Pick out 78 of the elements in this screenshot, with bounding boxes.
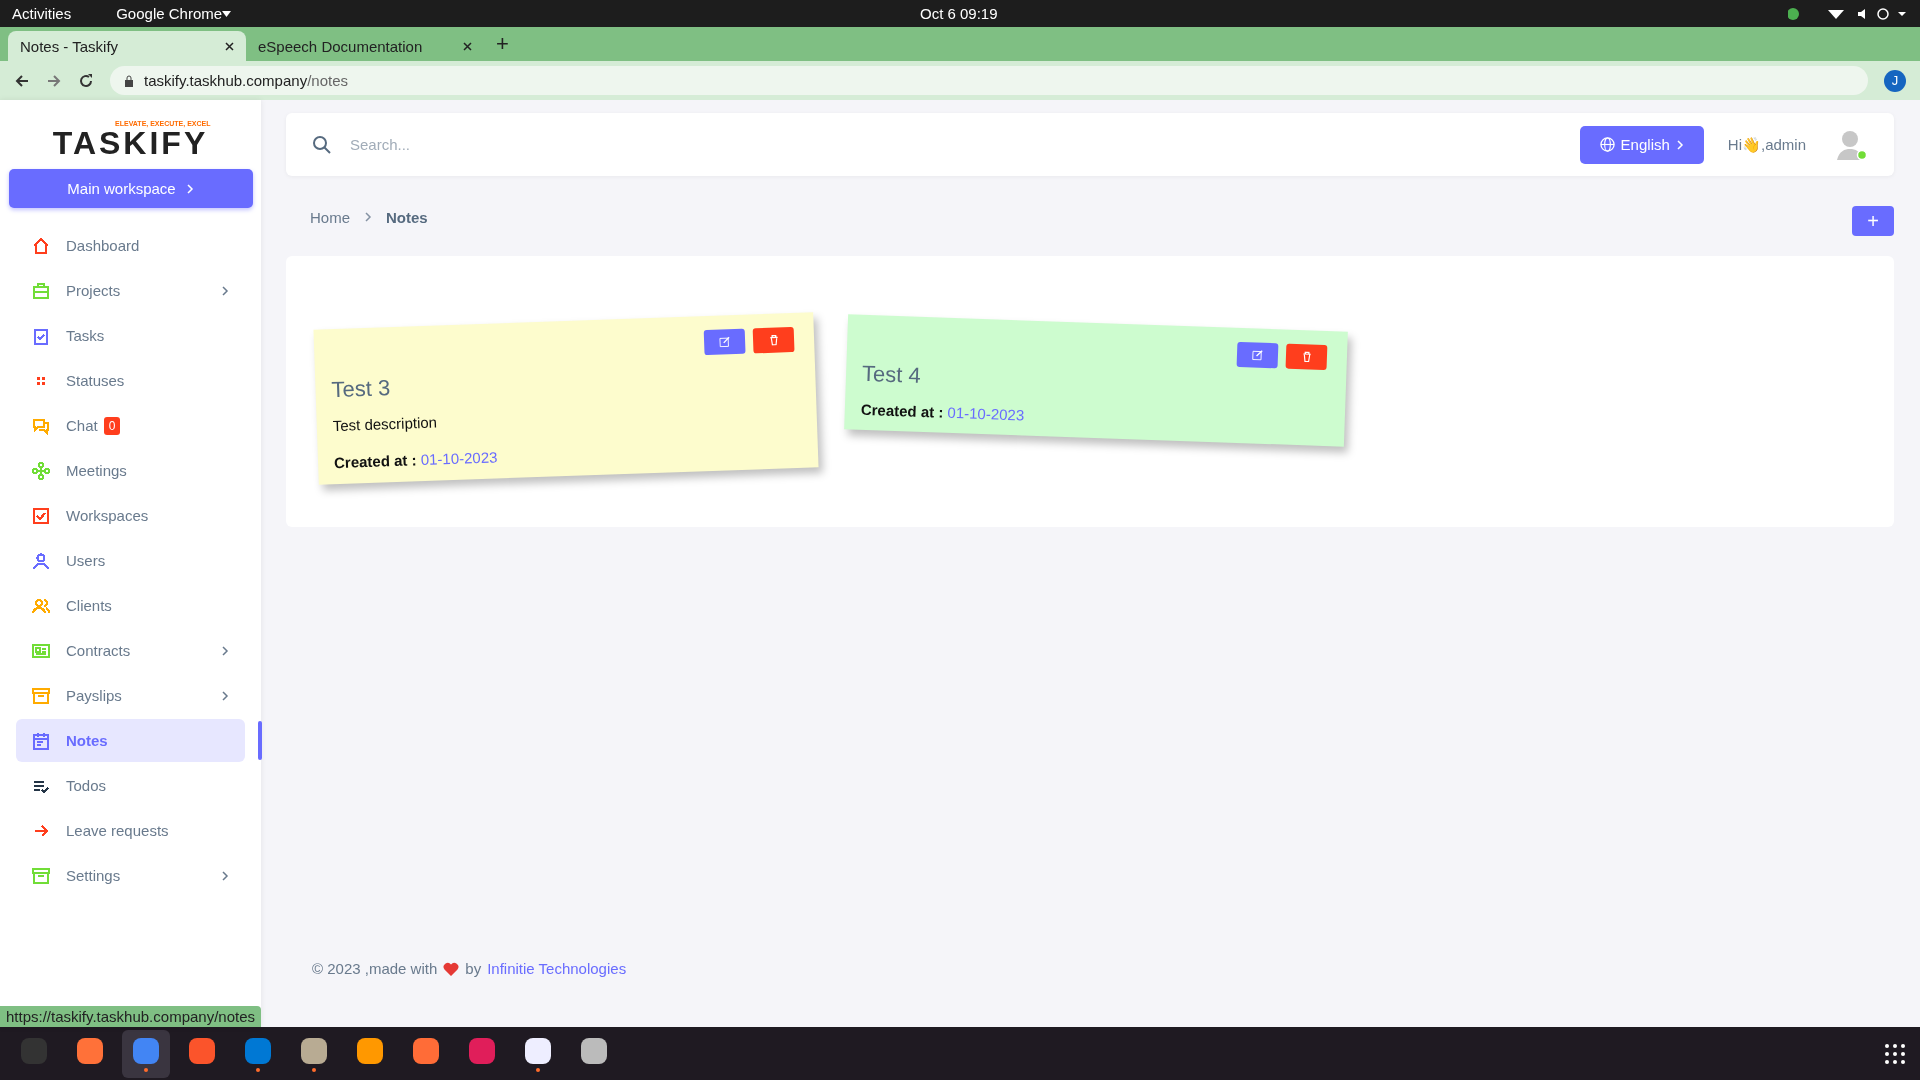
created-label: Created at :: [333, 451, 417, 472]
greeting-text: Hi👋,admin: [1727, 135, 1806, 154]
app-icon: [523, 1035, 553, 1066]
app-icon: [355, 1035, 385, 1066]
app-icon: [75, 1035, 105, 1066]
chevron-icon: [185, 182, 194, 195]
chevron-icon: [221, 644, 229, 657]
delete-button[interactable]: [1285, 343, 1328, 371]
forward-icon[interactable]: [46, 72, 62, 89]
trash-icon: [1301, 351, 1312, 363]
sidebar-item[interactable]: Clients: [16, 584, 245, 627]
footer-text: by: [465, 960, 482, 977]
created-date: 01-10-2023: [947, 403, 1025, 424]
sidebar-item[interactable]: Dashboard: [16, 224, 245, 267]
app-grid-icon[interactable]: [1884, 1042, 1906, 1065]
sidebar-item[interactable]: Tasks: [16, 314, 245, 357]
sidebar-item[interactable]: Statuses: [16, 359, 245, 402]
chevron-icon: [221, 869, 229, 882]
app-icon: [243, 1035, 273, 1066]
dropdown-caret-icon[interactable]: [222, 10, 232, 17]
edit-button[interactable]: [703, 328, 746, 356]
address-bar[interactable]: taskify.taskhub.company/notes: [110, 66, 1868, 95]
workspace-button[interactable]: Main workspace: [8, 169, 253, 208]
sidebar-item[interactable]: Payslips: [16, 674, 245, 717]
add-note-button[interactable]: +: [1852, 206, 1894, 236]
sidebar-item[interactable]: Workspaces: [16, 494, 245, 537]
heart-icon: [443, 961, 460, 976]
company-link[interactable]: Infinitie Technologies: [487, 960, 627, 977]
chat-count-badge: 0: [103, 416, 121, 435]
chevron-icon: [221, 689, 229, 702]
delete-button[interactable]: [752, 327, 795, 354]
note-title: Test 4: [861, 360, 923, 390]
globe-icon: [1599, 137, 1615, 152]
app-icon: [411, 1035, 441, 1066]
sidebar-item[interactable]: Settings: [16, 854, 245, 897]
note-description: Test description: [332, 412, 439, 435]
note-title: Test 3: [331, 374, 392, 404]
app-menu[interactable]: Google Chrome: [116, 5, 223, 22]
edit-icon: [1251, 349, 1264, 361]
activities-button[interactable]: Activities: [12, 5, 72, 22]
footer-text: © 2023 ,made with: [312, 960, 438, 977]
close-icon[interactable]: [225, 41, 234, 51]
app-icon: [299, 1035, 329, 1066]
created-date: 01-10-2023: [420, 448, 498, 469]
sidebar-item[interactable]: Chat 0: [16, 404, 245, 447]
app-icon: [19, 1035, 49, 1066]
reload-icon[interactable]: [78, 72, 94, 89]
breadcrumb-item[interactable]: Notes: [386, 208, 428, 226]
search-field[interactable]: Search...: [348, 135, 1564, 154]
breadcrumb-item[interactable]: Home: [310, 208, 350, 226]
created-label: Created at :: [860, 400, 944, 421]
sidebar-item[interactable]: Todos: [16, 764, 245, 807]
sidebar-item[interactable]: Meetings: [16, 449, 245, 492]
chevron-icon: [221, 284, 229, 297]
edit-icon: [718, 336, 731, 348]
sidebar-item[interactable]: Contracts: [16, 629, 245, 672]
browser-tab[interactable]: eSpeech Documentation: [246, 31, 484, 61]
app-icon: [579, 1035, 609, 1066]
browser-tab[interactable]: Notes - Taskify: [8, 31, 246, 61]
sidebar-item[interactable]: Leave requests: [16, 809, 245, 852]
search-icon: [312, 134, 332, 155]
clock[interactable]: Oct 6 09:19: [920, 5, 998, 22]
chevron-icon: [364, 211, 372, 223]
sidebar-item[interactable]: Projects: [16, 269, 245, 312]
chevron-icon: [1675, 138, 1684, 151]
close-icon[interactable]: [463, 41, 472, 51]
system-tray-icon[interactable]: [1788, 6, 1908, 21]
profile-avatar[interactable]: J: [1884, 69, 1906, 92]
language-button[interactable]: English: [1579, 125, 1704, 164]
app-icon: [131, 1035, 161, 1066]
app-icon: [467, 1035, 497, 1066]
sidebar-item[interactable]: Users: [16, 539, 245, 582]
link-status-bar: https://taskify.taskhub.company/notes: [0, 1006, 262, 1027]
app-icon: [187, 1035, 217, 1066]
edit-button[interactable]: [1236, 341, 1279, 369]
back-icon[interactable]: [14, 72, 30, 89]
new-tab-button[interactable]: +: [484, 31, 521, 61]
trash-icon: [768, 334, 779, 346]
